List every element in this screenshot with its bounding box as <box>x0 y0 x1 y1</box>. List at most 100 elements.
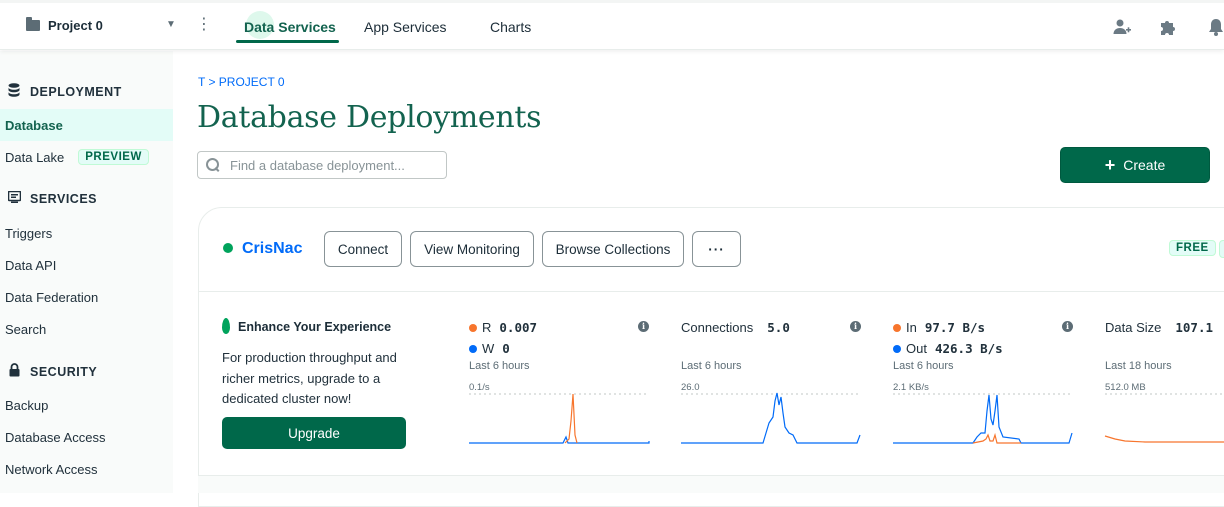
metric-out-row: Out 426.3 B/s <box>893 341 1003 356</box>
metric-write-row: W 0 <box>469 341 510 356</box>
sidebar-item-label: Data Lake <box>5 149 65 165</box>
upgrade-button[interactable]: Upgrade <box>222 417 406 449</box>
metric-value: 0.007 <box>499 320 538 335</box>
create-button-label: Create <box>1123 157 1166 173</box>
metric-scale: 512.0 MB <box>1105 382 1146 393</box>
tab-charts[interactable]: Charts <box>490 19 531 35</box>
metric-period: Last 6 hours <box>469 360 530 372</box>
plus-icon: + <box>1104 155 1116 175</box>
sidebar-heading-label: SERVICES <box>30 191 97 206</box>
create-button[interactable]: + Create <box>1060 147 1210 183</box>
metric-value: 107.1 <box>1175 320 1214 335</box>
search-icon <box>206 158 220 172</box>
orange-dot <box>893 323 901 332</box>
sidebar-item-search[interactable]: Search <box>0 313 173 345</box>
metric-period: Last 18 hours <box>1105 360 1172 372</box>
metric-period: Last 6 hours <box>893 360 954 372</box>
metric-label: Connections <box>681 320 754 335</box>
info-icon[interactable]: i <box>850 321 861 332</box>
sidebar-heading-label: DEPLOYMENT <box>30 84 122 99</box>
search-box[interactable] <box>197 151 447 179</box>
sidebar-item-backup[interactable]: Backup <box>0 389 173 421</box>
secondary-badge <box>1219 240 1224 258</box>
search-input[interactable] <box>230 157 440 173</box>
add-user-icon[interactable] <box>1112 17 1132 37</box>
metric-in-row: In 97.7 B/s <box>893 320 985 335</box>
metric-label: W <box>482 341 495 356</box>
metric-scale: 2.1 KB/s <box>893 382 929 393</box>
sidebar-item-label: Data Federation <box>5 289 99 305</box>
sidebar-heading-deployment: DEPLOYMENT <box>6 83 122 100</box>
sidebar-item-data-api[interactable]: Data API <box>0 249 173 281</box>
breadcrumb[interactable]: T > PROJECT 0 <box>198 75 285 89</box>
more-options-button[interactable]: ··· <box>692 231 741 267</box>
tab-app-services[interactable]: App Services <box>364 19 446 35</box>
metric-data-size-row: Data Size 107.1 <box>1105 320 1213 335</box>
metric-connections-row: Connections 5.0 <box>681 320 790 335</box>
metric-label: In <box>906 320 917 335</box>
puzzle-icon[interactable] <box>1158 17 1178 37</box>
sidebar-item-network-access[interactable]: Network Access <box>0 453 173 485</box>
metric-scale: 0.1/s <box>469 382 490 393</box>
info-icon[interactable]: i <box>638 321 649 332</box>
vertical-ellipsis-icon[interactable]: ⋮ <box>196 17 212 33</box>
project-selector[interactable]: Project 0 <box>26 17 103 33</box>
sidebar-heading-label: SECURITY <box>30 364 98 379</box>
sidebar-heading-security: SECURITY <box>6 363 97 380</box>
card-divider <box>198 291 1224 292</box>
cluster-status-dot <box>223 243 233 253</box>
connect-button[interactable]: Connect <box>324 231 402 267</box>
project-name: Project 0 <box>48 18 103 33</box>
view-monitoring-button[interactable]: View Monitoring <box>410 231 534 267</box>
sidebar-item-label: Triggers <box>5 225 53 241</box>
metric-scale: 26.0 <box>681 382 700 393</box>
network-sparkline <box>893 393 1073 444</box>
tier-badge: FREE <box>1169 240 1216 256</box>
metric-period: Last 6 hours <box>681 360 742 372</box>
preview-badge: PREVIEW <box>78 149 149 165</box>
sidebar-item-database[interactable]: Database <box>0 109 173 141</box>
sidebar-item-database-access[interactable]: Database Access <box>0 421 173 453</box>
folder-icon <box>26 17 40 31</box>
blue-dot <box>469 344 477 353</box>
sidebar-item-label: Network Access <box>5 461 98 477</box>
enhance-body: For production throughput and richer met… <box>222 350 397 406</box>
info-icon[interactable]: i <box>1062 321 1073 332</box>
sidebar-item-label: Search <box>5 321 47 337</box>
orange-dot <box>469 323 477 332</box>
card-footer <box>198 475 1224 493</box>
lock-icon <box>6 363 22 380</box>
metric-value: 0 <box>502 341 510 356</box>
top-bar: Project 0 ▼ ⋮ Data Services App Services… <box>0 0 1224 50</box>
metric-label: Data Size <box>1105 320 1162 335</box>
leaf-icon <box>222 318 230 334</box>
page-title: Database Deployments <box>197 100 542 135</box>
metric-label: R <box>482 320 492 335</box>
metric-value: 426.3 B/s <box>934 341 1003 356</box>
blue-dot <box>893 344 901 353</box>
metric-value: 97.7 B/s <box>924 320 986 335</box>
metric-read-row: R 0.007 <box>469 320 537 335</box>
sidebar-item-label: Data API <box>5 257 57 273</box>
services-icon <box>6 190 22 206</box>
cluster-name-link[interactable]: CrisNac <box>242 240 302 258</box>
bell-icon[interactable] <box>1206 17 1224 37</box>
caret-down-icon[interactable]: ▼ <box>166 19 176 30</box>
sidebar-item-label: Database Access <box>5 429 106 445</box>
opcounters-sparkline <box>469 393 650 444</box>
sidebar-item-data-federation[interactable]: Data Federation <box>0 281 173 313</box>
sidebar-item-label: Backup <box>5 397 49 413</box>
connections-sparkline <box>681 392 861 444</box>
database-icon <box>6 83 22 100</box>
tab-data-services[interactable]: Data Services <box>244 19 336 35</box>
sidebar-heading-services: SERVICES <box>6 190 97 206</box>
metric-label: Out <box>906 341 927 356</box>
browse-collections-button[interactable]: Browse Collections <box>542 231 684 267</box>
enhance-title: Enhance Your Experience <box>238 320 392 334</box>
sidebar-item-label: Database <box>5 117 63 133</box>
data-size-sparkline <box>1104 393 1224 443</box>
metric-value: 5.0 <box>767 320 790 335</box>
sidebar-item-data-lake[interactable]: Data Lake PREVIEW <box>0 141 173 173</box>
sidebar-item-triggers[interactable]: Triggers <box>0 217 173 249</box>
active-tab-underline <box>236 40 339 43</box>
